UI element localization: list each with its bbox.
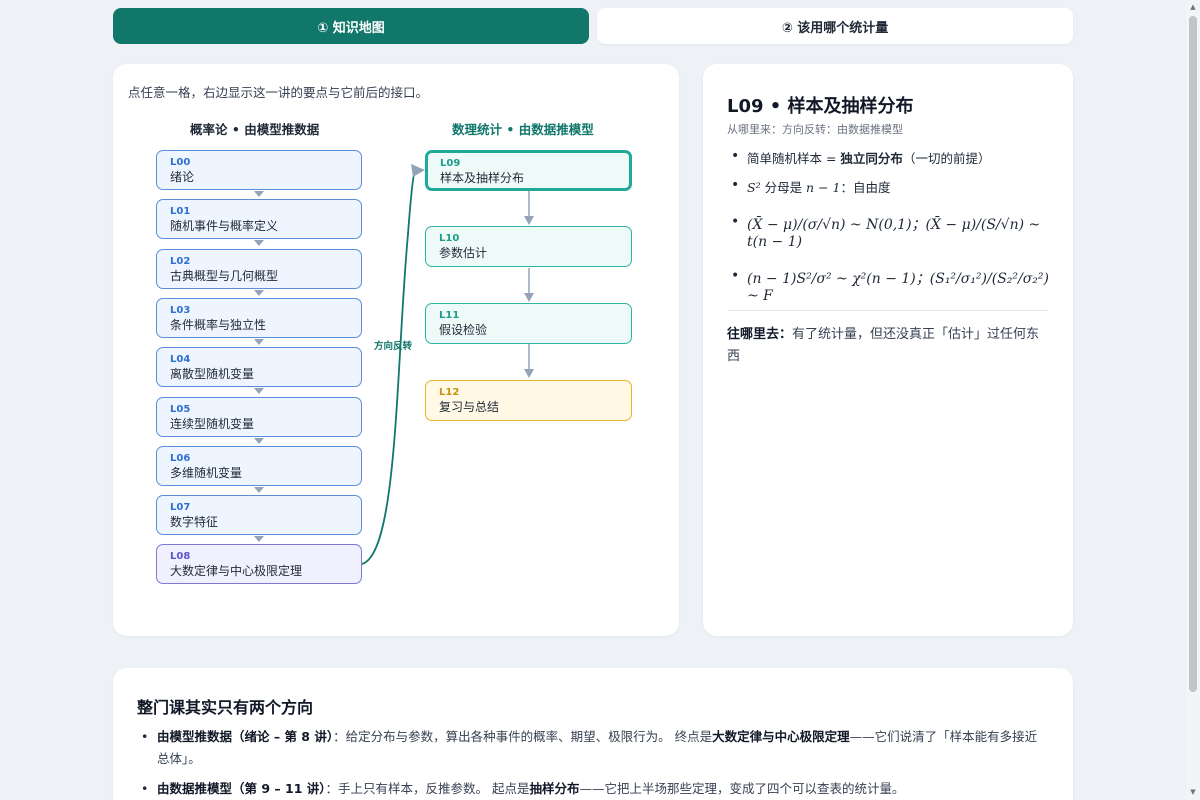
detail-point: S² 分母是 n − 1：自由度 [727, 177, 1057, 196]
node-l04[interactable]: L04 离散型随机变量 [156, 347, 362, 387]
node-title: 数字特征 [170, 515, 219, 529]
point-math: S² [747, 180, 765, 195]
node-code: L09 [440, 158, 461, 169]
node-title: 样本及抽样分布 [440, 171, 525, 185]
probability-column-title: 概率论 • 由模型推数据 [190, 122, 320, 137]
node-l03[interactable]: L03 条件概率与独立性 [156, 298, 362, 338]
scroll-up-icon[interactable]: ▲ [1189, 3, 1197, 11]
node-title: 大数定律与中心极限定理 [170, 564, 303, 578]
tab-bar: ① 知识地图 ② 该用哪个统计量 [113, 8, 1073, 44]
node-title: 假设检验 [439, 323, 488, 337]
divider [727, 310, 1049, 311]
node-title: 复习与总结 [439, 400, 500, 414]
node-code: L05 [170, 404, 191, 415]
detail-from: 从哪里来：方向反转：由数据推模型 [727, 123, 903, 136]
node-code: L01 [170, 206, 191, 217]
map-hint: 点任意一格，右边显示这一讲的要点与它前后的接口。 [128, 85, 429, 100]
summary-item: 由数据推模型（第 9 – 11 讲）：手上只有样本，反推参数。 起点是抽样分布—… [137, 778, 1047, 800]
node-title: 古典概型与几何概型 [170, 269, 279, 283]
node-code: L11 [439, 310, 460, 321]
node-title: 参数估计 [439, 246, 488, 260]
node-l08[interactable]: L08 大数定律与中心极限定理 [156, 544, 362, 584]
node-code: L04 [170, 354, 191, 365]
node-l06[interactable]: L06 多维随机变量 [156, 446, 362, 486]
right-column-arrows [524, 191, 534, 378]
point-math: n − 1 [806, 180, 841, 195]
detail-point-formula: (n − 1)S²/σ² ~ χ²(n − 1)；(S₁²/σ₁²)/(S₂²/… [727, 260, 1057, 304]
detail-title: L09 • 样本及抽样分布 [727, 96, 914, 117]
summary-item-label: 由模型推数据（绪论 – 第 8 讲） [157, 729, 334, 744]
lecture-detail-card: L09 • 样本及抽样分布 从哪里来：方向反转：由数据推模型 简单随机样本 = … [703, 64, 1073, 636]
node-title: 连续型随机变量 [170, 417, 255, 431]
course-summary-card: 整门课其实只有两个方向 由模型推数据（绪论 – 第 8 讲）：给定分布与参数，算… [113, 668, 1073, 800]
scroll-down-icon[interactable]: ▼ [1189, 788, 1197, 796]
point-text: 分母是 [764, 180, 807, 195]
node-l10[interactable]: L10 参数估计 [425, 226, 632, 267]
tab-knowledge-map[interactable]: ① 知识地图 [113, 8, 589, 44]
node-l00[interactable]: L00 绪论 [156, 150, 362, 190]
node-code: L12 [439, 387, 460, 398]
detail-point-formula: (X̄ − μ)/(σ/√n) ~ N(0,1)；(X̄ − μ)/(S/√n)… [727, 206, 1057, 250]
statistics-column-title: 数理统计 • 由数据推模型 [452, 122, 594, 137]
summary-item: 由模型推数据（绪论 – 第 8 讲）：给定分布与参数，算出各种事件的概率、期望、… [137, 726, 1047, 770]
point-text: ：自由度 [840, 180, 891, 195]
summary-list: 由模型推数据（绪论 – 第 8 讲）：给定分布与参数，算出各种事件的概率、期望、… [137, 726, 1047, 800]
node-l09[interactable]: L09 样本及抽样分布 [425, 150, 632, 191]
point-text: 简单随机样本 = [747, 151, 841, 166]
node-title: 随机事件与概率定义 [170, 219, 279, 233]
node-code: L10 [439, 233, 460, 244]
detail-points: 简单随机样本 = 独立同分布（一切的前提） S² 分母是 n − 1：自由度 (… [727, 148, 1057, 314]
detail-next: 往哪里去：有了统计量，但还没真正「估计」过任何东西 [727, 324, 1049, 368]
direction-reversal-curve [361, 170, 416, 565]
point-bold: 独立同分布 [840, 151, 903, 166]
node-title: 离散型随机变量 [170, 367, 255, 381]
node-code: L00 [170, 157, 191, 168]
node-l07[interactable]: L07 数字特征 [156, 495, 362, 535]
detail-point: 简单随机样本 = 独立同分布（一切的前提） [727, 148, 1057, 167]
node-code: L07 [170, 502, 191, 513]
node-code: L08 [170, 551, 191, 562]
node-l01[interactable]: L01 随机事件与概率定义 [156, 199, 362, 239]
scrollbar-thumb[interactable] [1189, 16, 1197, 692]
node-code: L02 [170, 256, 191, 267]
summary-item-text: ：手上只有样本，反推参数。 起点是 [325, 781, 530, 796]
knowledge-map-card: 点任意一格，右边显示这一讲的要点与它前后的接口。 概率论 • 由模型推数据 数理… [113, 64, 679, 636]
summary-item-bold: 大数定律与中心极限定理 [712, 729, 850, 744]
node-l05[interactable]: L05 连续型随机变量 [156, 397, 362, 437]
node-code: L03 [170, 305, 191, 316]
summary-title: 整门课其实只有两个方向 [137, 698, 314, 717]
node-l12[interactable]: L12 复习与总结 [425, 380, 632, 421]
summary-item-text: ——它把上半场那些定理，变成了四个可以查表的统计量。 [579, 781, 905, 796]
summary-item-text: ：给定分布与参数，算出各种事件的概率、期望、极限行为。 终点是 [333, 729, 713, 744]
node-title: 绪论 [170, 170, 195, 184]
page-scrollbar[interactable]: ▲ ▼ [1186, 0, 1200, 800]
direction-reversal-label: 方向反转 [374, 341, 413, 352]
point-math: (X̄ − μ)/(σ/√n) ~ N(0,1)；(X̄ − μ)/(S/√n)… [747, 217, 1041, 250]
node-l11[interactable]: L11 假设检验 [425, 303, 632, 344]
point-math: (n − 1)S²/σ² ~ χ²(n − 1)；(S₁²/σ₁²)/(S₂²/… [747, 271, 1049, 304]
tab-which-statistic[interactable]: ② 该用哪个统计量 [597, 8, 1073, 44]
next-label: 往哪里去： [727, 327, 793, 342]
node-code: L06 [170, 453, 191, 464]
summary-item-bold: 抽样分布 [529, 781, 580, 796]
node-l02[interactable]: L02 古典概型与几何概型 [156, 249, 362, 289]
node-title: 多维随机变量 [170, 466, 243, 480]
node-title: 条件概率与独立性 [170, 318, 267, 332]
point-text: （一切的前提） [902, 151, 991, 166]
summary-item-label: 由数据推模型（第 9 – 11 讲） [157, 781, 326, 796]
